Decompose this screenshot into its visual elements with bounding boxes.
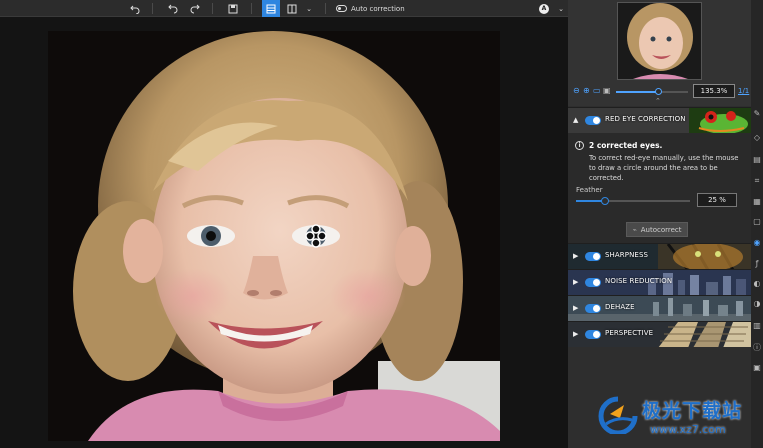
navigator-panel: ⊖ ⊕ ▭ ▣ 135.3% 1/1 ⌃ xyxy=(568,0,751,106)
single-view-icon[interactable] xyxy=(262,0,280,17)
save-icon[interactable] xyxy=(226,0,240,17)
autocorrect-button[interactable]: ⌁ Autocorrect xyxy=(626,222,688,237)
watermark-brand: 极光下载站 xyxy=(642,400,743,422)
top-toolbar: ⌄ Auto correction A ⌄ xyxy=(0,0,568,17)
auto-correction-label: Auto correction xyxy=(351,4,405,13)
chevron-down-icon[interactable]: ⌄ xyxy=(303,0,315,17)
red-eye-panel: i 2 corrected eyes. To correct red-eye m… xyxy=(568,133,751,243)
perspective-toggle[interactable] xyxy=(585,330,601,339)
site-watermark: 极光下载站 www.xz7.com xyxy=(598,394,758,444)
redo-icon[interactable] xyxy=(188,0,202,17)
red-eye-toggle[interactable] xyxy=(585,116,601,125)
layers-icon[interactable]: ▦ xyxy=(752,196,762,206)
photo-editor-window: ⌄ Auto correction A ⌄ ⊖ ⊕ ▭ ▣ 135.3% 1/1… xyxy=(0,0,763,448)
red-eye-instructions: To correct red-eye manually, use the mou… xyxy=(589,154,739,182)
actual-size-icon[interactable]: ▣ xyxy=(603,86,611,95)
avatar[interactable]: A xyxy=(538,0,550,17)
feather-value-field[interactable]: 25 % xyxy=(697,193,737,207)
expand-triangle-icon[interactable]: ▶ xyxy=(573,304,578,312)
adjust-icon[interactable]: ✎ xyxy=(752,108,762,118)
info-rail-icon[interactable]: ⓘ xyxy=(752,342,762,352)
undo-step-icon[interactable] xyxy=(166,0,180,17)
tool-rail: ✎ ◇ ▤ ⌗ ▦ ▢ ◉ ƒ ◐ ◑ ▥ ⓘ ▣ xyxy=(751,0,763,448)
sharpness-toggle[interactable] xyxy=(585,252,601,261)
feather-slider[interactable] xyxy=(576,197,690,205)
undo-icon[interactable] xyxy=(128,0,142,17)
watermark-logo xyxy=(598,396,638,434)
color-icon[interactable]: ◐ xyxy=(752,278,762,288)
expand-triangle-icon[interactable]: ▶ xyxy=(573,330,578,338)
expand-triangle-icon[interactable]: ▶ xyxy=(573,278,578,286)
photo-preview[interactable] xyxy=(48,31,500,441)
auto-correction-toggle[interactable]: Auto correction xyxy=(336,0,416,17)
collapse-triangle-icon[interactable]: ▲ xyxy=(573,116,578,124)
info-icon: i xyxy=(575,141,584,150)
adjustments-sidebar: ⊖ ⊕ ▭ ▣ 135.3% 1/1 ⌃ ▲ RED EYE CORRECTIO… xyxy=(568,0,751,448)
sharpness-panel-header[interactable]: ▶ SHARPNESS xyxy=(568,243,751,269)
grid-icon[interactable]: ▥ xyxy=(752,320,762,330)
toggle-off-icon xyxy=(336,5,347,12)
perspective-panel-header[interactable]: ▶ PERSPECTIVE xyxy=(568,321,751,347)
frame-icon[interactable]: ▢ xyxy=(752,216,762,226)
watermark-url: www.xz7.com xyxy=(650,423,726,436)
tone-icon[interactable]: ◑ xyxy=(752,298,762,308)
expand-triangle-icon[interactable]: ▶ xyxy=(573,252,578,260)
fit-screen-icon[interactable]: ▭ xyxy=(593,86,601,95)
split-view-icon[interactable] xyxy=(285,0,299,17)
red-eye-frog-thumbnail xyxy=(689,108,751,133)
zoom-slider[interactable] xyxy=(616,88,688,95)
brush-icon[interactable]: ▤ xyxy=(752,154,762,164)
corrected-eyes-count: 2 corrected eyes. xyxy=(589,141,663,150)
feather-label: Feather xyxy=(576,186,603,194)
crop-icon[interactable]: ⌗ xyxy=(752,176,762,186)
image-canvas[interactable] xyxy=(0,17,568,448)
correction-icon[interactable]: ◉ xyxy=(752,237,762,247)
collapse-chevron-icon[interactable]: ⌃ xyxy=(655,97,661,105)
dehaze-toggle[interactable] xyxy=(585,304,601,313)
zoom-value-field[interactable]: 135.3% xyxy=(693,84,735,98)
wand-icon: ⌁ xyxy=(632,225,637,234)
actual-size-link[interactable]: 1/1 xyxy=(738,87,749,95)
zoom-in-icon[interactable]: ⊕ xyxy=(583,86,590,95)
effects-icon[interactable]: ƒ xyxy=(752,258,762,268)
export-icon[interactable]: ▣ xyxy=(752,362,762,372)
noise-reduction-toggle[interactable] xyxy=(585,278,601,287)
dehaze-panel-header[interactable]: ▶ DEHAZE xyxy=(568,295,751,321)
zoom-out-icon[interactable]: ⊖ xyxy=(573,86,580,95)
noise-reduction-panel-header[interactable]: ▶ NOISE REDUCTION xyxy=(568,269,751,295)
red-eye-correction-header[interactable]: ▲ RED EYE CORRECTION xyxy=(568,107,751,133)
account-menu-chevron-icon[interactable]: ⌄ xyxy=(555,0,567,17)
navigator-thumbnail[interactable] xyxy=(617,2,702,80)
eraser-icon[interactable]: ◇ xyxy=(752,132,762,142)
